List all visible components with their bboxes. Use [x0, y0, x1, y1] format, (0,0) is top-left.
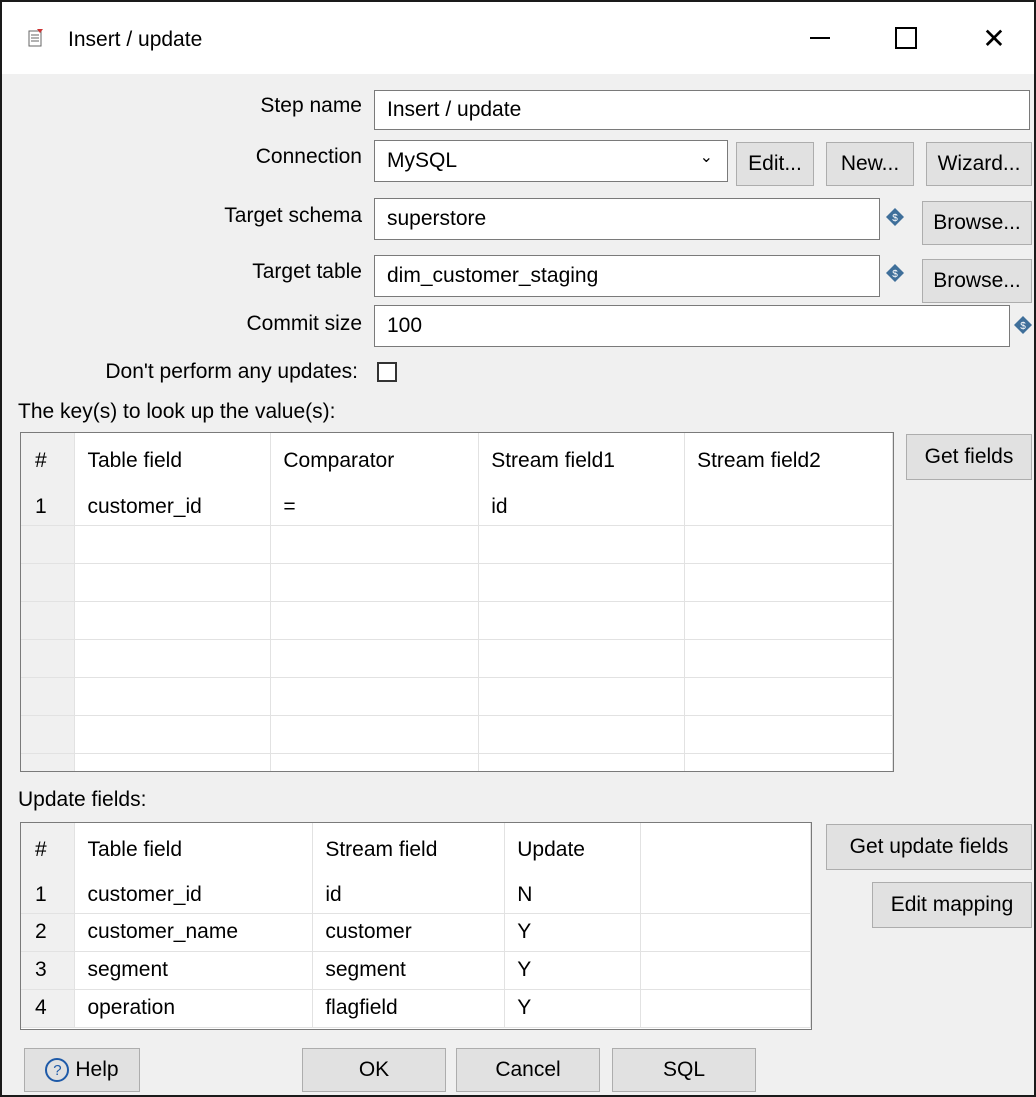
row-number: 3 [21, 951, 76, 990]
connection-select[interactable]: MySQL ⌄ [374, 140, 728, 182]
insert-update-dialog: Insert / update ✕ Step name Insert / upd… [0, 0, 1036, 1097]
keys-section-label: The key(s) to look up the value(s): [18, 400, 336, 423]
column-header[interactable]: Table field [74, 823, 314, 877]
table-row[interactable] [21, 525, 893, 564]
connection-value: MySQL [387, 149, 458, 172]
help-button[interactable]: ? Help [24, 1048, 140, 1092]
maximize-button[interactable] [878, 16, 934, 60]
minimize-icon [810, 37, 830, 39]
table-header-row: # Table field Comparator Stream field1 S… [21, 433, 893, 489]
sql-button[interactable]: SQL [612, 1048, 756, 1092]
table-row[interactable] [21, 563, 893, 602]
update-section-label: Update fields: [18, 788, 147, 811]
get-fields-button[interactable]: Get fields [906, 434, 1032, 480]
close-icon: ✕ [982, 22, 1006, 54]
svg-text:$: $ [892, 269, 898, 280]
table-cell[interactable]: customer_id [74, 489, 272, 526]
table-cell[interactable]: segment [74, 951, 314, 990]
table-row[interactable]: 1 customer_id = id [21, 489, 893, 526]
table-header-row: # Table field Stream field Update [21, 823, 811, 877]
table-cell[interactable]: operation [74, 989, 314, 1028]
title-bar: Insert / update ✕ [2, 2, 1034, 74]
table-cell[interactable]: id [312, 877, 506, 914]
table-insert-icon [26, 28, 46, 48]
connection-label: Connection [255, 145, 362, 168]
window-title: Insert / update [68, 28, 203, 51]
row-number: 1 [21, 877, 76, 914]
svg-text:$: $ [892, 213, 898, 224]
table-cell[interactable]: Y [504, 989, 642, 1028]
table-row[interactable] [21, 677, 893, 716]
table-cell[interactable]: id [478, 489, 686, 526]
commit-size-label: Commit size [246, 312, 362, 335]
close-button[interactable]: ✕ [966, 16, 1022, 60]
maximize-icon [895, 27, 917, 49]
table-row[interactable]: 3 segment segment Y [21, 951, 811, 990]
svg-text:$: $ [1020, 321, 1026, 332]
target-table-label: Target table [252, 260, 362, 283]
keys-table[interactable]: ^ # Table field Comparator Stream field1… [20, 432, 894, 772]
help-icon: ? [45, 1058, 70, 1082]
table-row[interactable]: 4 operation flagfield Y [21, 989, 811, 1028]
table-cell[interactable]: customer_id [74, 877, 314, 914]
table-row[interactable] [21, 753, 893, 771]
chevron-down-icon: ⌄ [699, 149, 713, 166]
target-table-input[interactable]: dim_customer_staging [374, 255, 880, 297]
wizard-connection-button[interactable]: Wizard... [926, 142, 1032, 186]
edit-mapping-button[interactable]: Edit mapping [872, 882, 1032, 928]
table-cell[interactable] [684, 489, 893, 526]
table-row[interactable] [21, 715, 893, 754]
column-header[interactable]: # [21, 433, 76, 489]
commit-size-input[interactable]: 100 [374, 305, 1010, 347]
row-number: 2 [21, 913, 76, 952]
no-updates-label: Don't perform any updates: [105, 360, 358, 383]
target-schema-input[interactable]: superstore [374, 198, 880, 240]
table-cell[interactable]: customer_name [74, 913, 314, 952]
table-row[interactable]: 1 customer_id id N [21, 877, 811, 914]
row-number: 1 [21, 489, 76, 526]
step-name-label: Step name [260, 94, 362, 117]
row-number: 4 [21, 989, 76, 1028]
step-name-input[interactable]: Insert / update [374, 90, 1030, 130]
table-cell[interactable]: = [270, 489, 480, 526]
table-cell[interactable]: flagfield [312, 989, 506, 1028]
column-header[interactable]: Stream field1 [478, 433, 686, 489]
variable-icon: $ [886, 208, 904, 226]
target-schema-label: Target schema [224, 204, 362, 227]
variable-icon: $ [886, 264, 904, 282]
table-row[interactable] [21, 639, 893, 678]
variable-icon: $ [1014, 316, 1032, 334]
help-label: Help [75, 1058, 119, 1081]
ok-button[interactable]: OK [302, 1048, 446, 1092]
table-cell[interactable]: customer [312, 913, 506, 952]
table-cell[interactable]: Y [504, 951, 642, 990]
no-updates-checkbox[interactable] [377, 362, 397, 382]
minimize-button[interactable] [792, 16, 848, 60]
new-connection-button[interactable]: New... [826, 142, 914, 186]
column-header[interactable]: Comparator [270, 433, 480, 489]
column-header[interactable]: Stream field2 [684, 433, 893, 489]
column-header[interactable]: Update [504, 823, 642, 877]
table-cell[interactable]: N [504, 877, 642, 914]
update-fields-table[interactable]: ^ # Table field Stream field Update 1 cu… [20, 822, 812, 1030]
browse-table-button[interactable]: Browse... [922, 259, 1032, 303]
browse-schema-button[interactable]: Browse... [922, 201, 1032, 245]
table-row[interactable] [21, 601, 893, 640]
column-header[interactable]: Stream field [312, 823, 506, 877]
table-cell[interactable]: Y [504, 913, 642, 952]
column-header[interactable]: Table field [74, 433, 272, 489]
column-header[interactable]: # [21, 823, 76, 877]
table-row[interactable]: 2 customer_name customer Y [21, 913, 811, 952]
get-update-fields-button[interactable]: Get update fields [826, 824, 1032, 870]
table-cell[interactable]: segment [312, 951, 506, 990]
cancel-button[interactable]: Cancel [456, 1048, 600, 1092]
edit-connection-button[interactable]: Edit... [736, 142, 814, 186]
